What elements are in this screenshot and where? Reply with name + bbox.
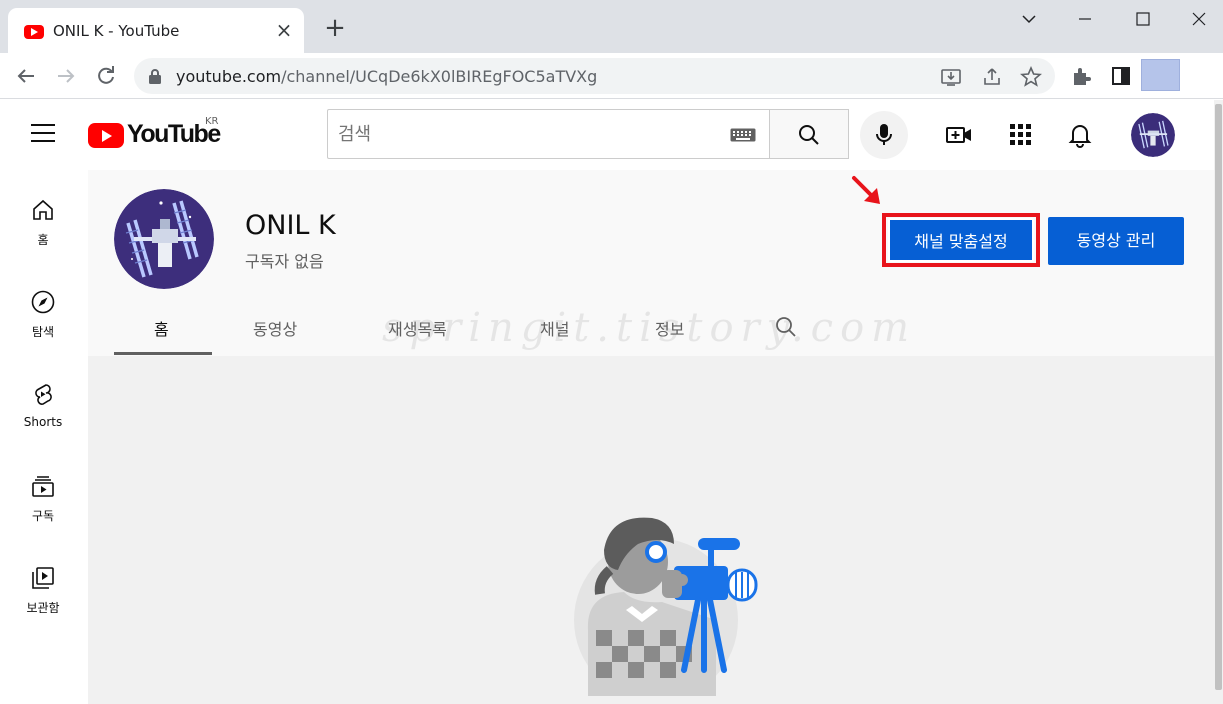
url-path: /channel/UCqDe6kX0lBIREgFOC5aTVXg bbox=[281, 67, 598, 86]
guide-item-shorts[interactable]: Shorts bbox=[0, 382, 86, 456]
new-tab-icon[interactable]: + bbox=[322, 15, 348, 42]
apps-grid-icon[interactable] bbox=[1008, 122, 1034, 148]
guide-item-explore[interactable]: 탐색 bbox=[0, 290, 86, 364]
channel-search-icon[interactable] bbox=[774, 315, 798, 339]
youtube-masthead: YouTube KR bbox=[0, 100, 1214, 170]
channel-avatar[interactable] bbox=[114, 189, 214, 289]
guide-item-subscriptions[interactable]: 구독 bbox=[0, 474, 86, 548]
create-video-icon[interactable] bbox=[946, 122, 972, 148]
extensions-puzzle-icon[interactable] bbox=[1070, 65, 1092, 87]
library-icon bbox=[32, 567, 54, 589]
annotation-arrow-icon bbox=[852, 176, 880, 204]
tab-title: ONIL K - YouTube bbox=[53, 22, 180, 40]
tab-home[interactable]: 홈 bbox=[154, 316, 169, 340]
youtube-play-icon bbox=[88, 123, 124, 148]
minimize-icon[interactable] bbox=[1072, 8, 1098, 30]
tab-playlists[interactable]: 재생목록 bbox=[388, 316, 447, 340]
subscriptions-icon bbox=[32, 476, 54, 497]
browser-toolbar: youtube.com/channel/UCqDe6kX0lBIREgFOC5a… bbox=[0, 53, 1223, 99]
scrollbar-thumb[interactable] bbox=[1215, 104, 1222, 690]
bookmark-star-icon[interactable] bbox=[1020, 66, 1042, 88]
channel-header: ONIL K 구독자 없음 채널 맞춤설정 동영상 관리 springit.ti… bbox=[88, 170, 1214, 356]
back-arrow-icon[interactable] bbox=[14, 64, 38, 88]
account-avatar[interactable] bbox=[1131, 113, 1175, 157]
guide-label-subscriptions: 구독 bbox=[31, 509, 55, 523]
close-tab-icon[interactable]: × bbox=[274, 20, 294, 40]
shorts-icon bbox=[35, 384, 52, 405]
menu-hamburger-icon[interactable] bbox=[31, 124, 55, 144]
guide-label-home: 홈 bbox=[37, 233, 49, 247]
region-code: KR bbox=[205, 116, 219, 127]
channel-page: ONIL K 구독자 없음 채널 맞춤설정 동영상 관리 springit.ti… bbox=[88, 170, 1214, 704]
youtube-logo[interactable]: YouTube KR bbox=[88, 116, 221, 150]
camera-operator-illustration bbox=[574, 517, 758, 696]
tab-videos[interactable]: 동영상 bbox=[253, 316, 297, 340]
install-app-icon[interactable] bbox=[940, 66, 962, 88]
guide-label-explore: 탐색 bbox=[31, 325, 55, 339]
customize-channel-button[interactable]: 채널 맞춤설정 bbox=[888, 218, 1034, 262]
reload-icon[interactable] bbox=[94, 64, 118, 88]
tab-about[interactable]: 정보 bbox=[655, 316, 684, 340]
lock-icon[interactable] bbox=[148, 68, 162, 84]
browser-tab[interactable]: ONIL K - YouTube × bbox=[8, 8, 304, 53]
guide-item-library[interactable]: 보관함 bbox=[0, 566, 86, 640]
manage-videos-button[interactable]: 동영상 관리 bbox=[1048, 217, 1184, 265]
keyboard-icon[interactable] bbox=[730, 128, 756, 142]
space-station-avatar-icon bbox=[1131, 113, 1175, 157]
url-text: youtube.com/channel/UCqDe6kX0lBIREgFOC5a… bbox=[176, 67, 597, 86]
channel-name: ONIL K bbox=[245, 210, 336, 241]
active-tab-indicator bbox=[114, 352, 212, 355]
page-scrollbar[interactable] bbox=[1214, 100, 1223, 704]
forward-arrow-icon[interactable] bbox=[54, 64, 78, 88]
search-box bbox=[327, 109, 770, 159]
search-button[interactable] bbox=[769, 109, 849, 159]
side-panel-icon[interactable] bbox=[1110, 65, 1132, 87]
voice-search-button[interactable] bbox=[860, 111, 908, 159]
microphone-icon bbox=[876, 124, 892, 145]
address-bar[interactable]: youtube.com/channel/UCqDe6kX0lBIREgFOC5a… bbox=[134, 58, 1055, 94]
maximize-icon[interactable] bbox=[1130, 8, 1156, 30]
subscriber-count: 구독자 없음 bbox=[245, 252, 324, 271]
search-icon bbox=[799, 125, 819, 145]
compass-icon bbox=[31, 290, 55, 314]
guide-label-library: 보관함 bbox=[26, 601, 60, 615]
tab-channels[interactable]: 채널 bbox=[540, 316, 569, 340]
guide-item-home[interactable]: 홈 bbox=[0, 198, 86, 272]
tab-search-chevron-icon[interactable] bbox=[1016, 8, 1042, 30]
url-host: youtube.com bbox=[176, 67, 282, 86]
notifications-bell-icon[interactable] bbox=[1067, 122, 1093, 148]
watermark: springit.tistory.com bbox=[382, 305, 917, 351]
guide-label-shorts: Shorts bbox=[23, 415, 63, 429]
home-icon bbox=[33, 199, 53, 220]
browser-tabstrip: ONIL K - YouTube × + bbox=[0, 0, 1223, 53]
space-station-avatar-icon bbox=[114, 189, 214, 289]
search-input[interactable] bbox=[328, 110, 718, 158]
close-window-icon[interactable] bbox=[1186, 8, 1212, 30]
share-icon[interactable] bbox=[981, 66, 1003, 88]
youtube-favicon-icon bbox=[24, 25, 44, 39]
profile-avatar[interactable] bbox=[1141, 59, 1180, 91]
